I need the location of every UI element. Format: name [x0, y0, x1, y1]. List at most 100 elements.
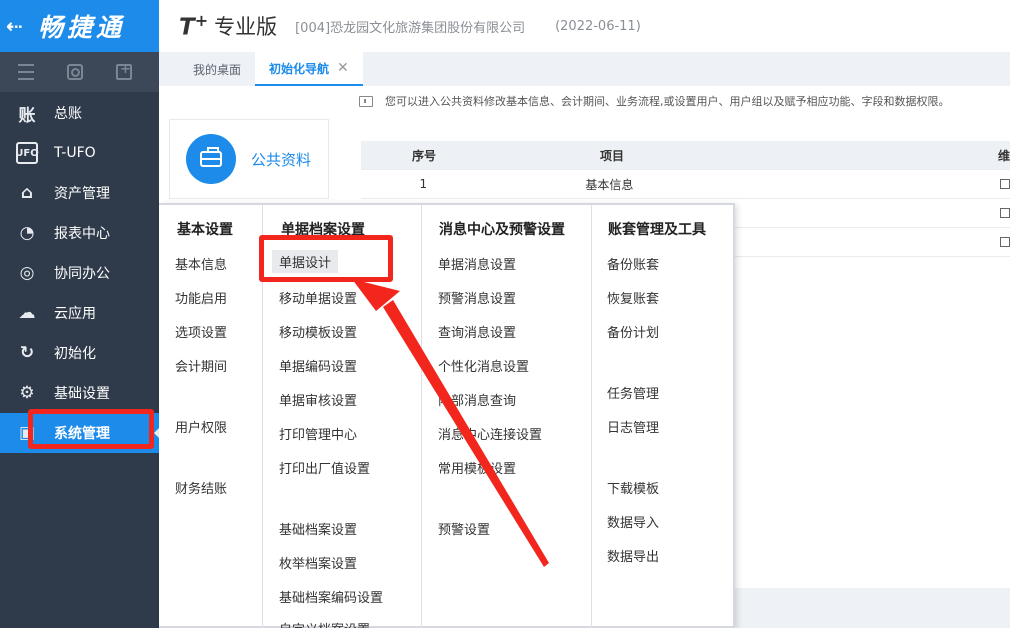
info-icon: [359, 95, 373, 107]
sidebar-item-report-center[interactable]: ◔ 报表中心: [0, 213, 159, 253]
menu-item[interactable]: 单据消息设置: [438, 254, 516, 273]
column-header-item: 项目: [599, 148, 624, 163]
sidebar-item-label: 资产管理: [54, 186, 110, 202]
table-row[interactable]: 1 基本信息: [361, 170, 1010, 199]
tab-bar: 我的桌面 初始化导航 ✕: [159, 52, 1010, 86]
menu-column-message-center: 消息中心及预警设置 单据消息设置 预警消息设置 查询消息设置 个性化消息设置 内…: [421, 205, 591, 628]
system-management-menu: 基本设置 基本信息 功能启用 选项设置 会计期间 用户权限 财务结账 单据档案设…: [159, 203, 735, 628]
row-checkbox[interactable]: [1000, 237, 1010, 247]
menu-item[interactable]: 消息中心连接设置: [438, 424, 542, 443]
sidebar-item-asset-management[interactable]: ⌂ 资产管理: [0, 173, 159, 213]
sidebar-item-initialization[interactable]: ↻ 初始化: [0, 333, 159, 373]
menu-item[interactable]: 备份计划: [607, 322, 659, 341]
ledger-icon: 账: [18, 105, 36, 126]
settings-icon: ⚙: [19, 383, 35, 403]
ufo-icon: UFO: [15, 142, 39, 164]
menu-item[interactable]: 单据审核设置: [279, 390, 357, 409]
menu-column-title: 消息中心及预警设置: [439, 222, 565, 238]
sidebar-item-t-ufo[interactable]: UFO T-UFO: [0, 133, 159, 173]
cell-item: 基本信息: [585, 177, 634, 192]
menu-item[interactable]: 日志管理: [607, 417, 659, 436]
menu-item[interactable]: 打印出厂值设置: [279, 458, 370, 477]
menu-item[interactable]: 数据导出: [607, 546, 659, 565]
menu-item[interactable]: 预警设置: [438, 519, 490, 538]
tab-label: 初始化导航: [269, 61, 330, 76]
menu-column-account-tools: 账套管理及工具 备份账套 恢复账套 备份计划 任务管理 日志管理 下载模板 数据…: [591, 205, 733, 628]
menu-item[interactable]: 下载模板: [607, 478, 659, 497]
collab-icon: ◎: [19, 263, 35, 283]
menu-item[interactable]: 查询消息设置: [438, 322, 516, 341]
hint-bar: 您可以进入公共资料修改基本信息、会计期间、业务流程,或设置用户、用户组以及赋予相…: [359, 93, 950, 109]
highlight-box-document-design: [259, 235, 393, 282]
sidebar-toolbar: [0, 52, 159, 92]
menu-item[interactable]: 财务结账: [175, 478, 227, 497]
sidebar-item-collaboration[interactable]: ◎ 协同办公: [0, 253, 159, 293]
bank-icon: ⌂: [20, 183, 34, 203]
menu-item[interactable]: 用户权限: [175, 417, 227, 436]
hint-text: 您可以进入公共资料修改基本信息、会计期间、业务流程,或设置用户、用户组以及赋予相…: [385, 95, 950, 108]
menu-item[interactable]: 基础档案设置: [279, 519, 357, 538]
menu-item[interactable]: 基础档案编码设置: [279, 587, 383, 606]
menu-item[interactable]: 恢复账套: [607, 288, 659, 307]
brand-bar: ⇠ 畅捷通: [0, 0, 159, 52]
menu-item[interactable]: 任务管理: [607, 383, 659, 402]
menu-item[interactable]: 选项设置: [175, 322, 227, 341]
add-icon[interactable]: [116, 62, 132, 80]
menu-column-basic-settings: 基本设置 基本信息 功能启用 选项设置 会计期间 用户权限 财务结账: [159, 205, 262, 628]
sidebar-item-general-ledger[interactable]: 账 总账: [0, 93, 159, 133]
table-header-row: 序号 项目 维: [361, 141, 1010, 170]
row-checkbox[interactable]: [1000, 179, 1010, 189]
menu-item[interactable]: 功能启用: [175, 288, 227, 307]
sidebar-item-label: 协同办公: [54, 266, 110, 282]
company-name: [004]恐龙园文化旅游集团股份有限公司: [295, 20, 526, 36]
menu-item[interactable]: 预警消息设置: [438, 288, 516, 307]
menu-icon[interactable]: [18, 64, 34, 80]
tab-label: 我的桌面: [193, 62, 242, 77]
public-data-card[interactable]: 公共资料: [169, 119, 329, 199]
sidebar-item-label: 初始化: [54, 346, 96, 362]
cloud-icon: ☁: [18, 303, 36, 323]
refresh-icon: ↻: [19, 343, 35, 363]
brand-name: 畅捷通: [38, 13, 126, 42]
menu-item[interactable]: 单据编码设置: [279, 356, 357, 375]
column-header-no: 序号: [411, 148, 436, 163]
pie-chart-icon: ◔: [19, 223, 35, 243]
menu-item[interactable]: 备份账套: [607, 254, 659, 273]
product-edition: 专业版: [214, 15, 278, 39]
menu-item[interactable]: 基本信息: [175, 254, 227, 273]
product-logo: T+: [179, 11, 209, 41]
sidebar-item-label: 总账: [54, 106, 82, 122]
menu-item[interactable]: 自定义档案设置: [279, 619, 370, 628]
row-checkbox[interactable]: [1000, 208, 1010, 218]
menu-item[interactable]: 枚举档案设置: [279, 553, 357, 572]
menu-item[interactable]: 移动模板设置: [279, 322, 357, 341]
menu-item[interactable]: 个性化消息设置: [438, 356, 529, 375]
search-icon[interactable]: [67, 64, 83, 80]
cell-no: 1: [419, 177, 428, 191]
sidebar-item-label: 报表中心: [54, 226, 110, 242]
menu-item[interactable]: 数据导入: [607, 512, 659, 531]
sidebar-item-basic-settings[interactable]: ⚙ 基础设置: [0, 373, 159, 413]
login-date: (2022-06-11): [555, 18, 641, 34]
menu-item[interactable]: 常用模板设置: [438, 458, 516, 477]
menu-item[interactable]: 移动单据设置: [279, 288, 357, 307]
top-header: T+ 专业版 [004]恐龙园文化旅游集团股份有限公司 (2022-06-11): [159, 0, 1010, 52]
tab-my-desktop[interactable]: 我的桌面: [179, 52, 255, 86]
menu-column-title: 基本设置: [177, 222, 233, 238]
column-header-dim: 维: [997, 148, 1010, 163]
briefcase-icon: [186, 134, 236, 184]
sidebar-nav: 账 总账 UFO T-UFO ⌂ 资产管理 ◔ 报表中心 ◎ 协同办公 ☁ 云应…: [0, 93, 160, 453]
sidebar-item-label: 基础设置: [54, 386, 110, 402]
sidebar-item-label: T-UFO: [54, 145, 96, 161]
menu-item[interactable]: 打印管理中心: [279, 424, 357, 443]
sidebar: ⇠ 畅捷通 账 总账 UFO T-UFO ⌂ 资产管理 ◔ 报表中心 ◎ 协同办…: [0, 0, 160, 628]
sidebar-item-label: 云应用: [54, 306, 96, 322]
menu-item[interactable]: 内部消息查询: [438, 390, 516, 409]
tab-init-navigation[interactable]: 初始化导航 ✕: [255, 52, 363, 86]
menu-item[interactable]: 会计期间: [175, 356, 227, 375]
footer-strip: [734, 588, 1010, 628]
highlight-box-system-management: [28, 409, 154, 449]
sidebar-item-cloud-apps[interactable]: ☁ 云应用: [0, 293, 159, 333]
close-icon[interactable]: ✕: [337, 60, 349, 76]
arrow-left-icon[interactable]: ⇠: [6, 14, 30, 38]
